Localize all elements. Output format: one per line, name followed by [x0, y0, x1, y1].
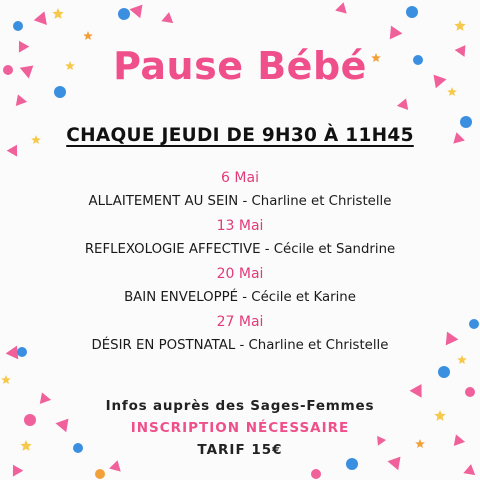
confetti-triangle	[12, 464, 24, 477]
session-item: 27 Mai DÉSIR EN POSTNATAL - Charline et …	[0, 310, 480, 358]
confetti-star	[454, 20, 466, 31]
confetti-dot	[311, 469, 321, 479]
confetti-triangle	[161, 12, 174, 24]
confetti-dot	[118, 8, 130, 20]
sessions-list: 6 Mai ALLAITEMENT AU SEIN - Charline et …	[0, 166, 480, 358]
session-date: 27 Mai	[216, 314, 264, 330]
session-item: 13 Mai REFLEXOLOGIE AFFECTIVE - Cécile e…	[0, 214, 480, 262]
session-activity: BAIN ENVELOPPÉ - Cécile et Karine	[124, 290, 356, 305]
page-title: Pause Bébé	[113, 44, 367, 88]
session-item: 20 Mai BAIN ENVELOPPÉ - Cécile et Karine	[0, 262, 480, 310]
confetti-triangle	[463, 464, 476, 476]
session-activity: REFLEXOLOGIE AFFECTIVE - Cécile et Sandr…	[84, 242, 396, 257]
session-item: 6 Mai ALLAITEMENT AU SEIN - Charline et …	[0, 166, 480, 214]
session-date: 20 Mai	[216, 266, 264, 282]
session-date: 6 Mai	[221, 170, 259, 186]
registration-line: INSCRIPTION NÉCESSAIRE	[130, 420, 350, 436]
confetti-triangle	[129, 4, 143, 19]
confetti-star	[1, 375, 11, 384]
confetti-triangle	[396, 98, 409, 110]
confetti-triangle	[335, 2, 347, 14]
price-line: TARIF 15€	[197, 442, 283, 458]
confetti-dot	[438, 366, 450, 378]
confetti-triangle	[33, 11, 47, 25]
session-activity: ALLAITEMENT AU SEIN - Charline et Christ…	[88, 194, 392, 209]
confetti-star	[83, 31, 93, 40]
session-activity: DÉSIR EN POSTNATAL - Charline et Christe…	[91, 338, 389, 353]
info-line: Infos auprès des Sages-Femmes	[105, 398, 375, 414]
confetti-triangle	[15, 94, 28, 106]
confetti-dot	[13, 21, 23, 31]
schedule-subtitle-text: CHAQUE JEUDI DE 9H30 À 11H45	[66, 125, 414, 146]
confetti-dot	[95, 469, 105, 479]
confetti-star	[52, 8, 64, 19]
confetti-triangle	[389, 25, 403, 40]
schedule-subtitle: CHAQUE JEUDI DE 9H30 À 11H45	[0, 125, 480, 146]
footer-info: Infos auprès des Sages-Femmes INSCRIPTIO…	[0, 395, 480, 461]
confetti-star	[447, 87, 457, 96]
confetti-dot	[406, 6, 418, 18]
session-date: 13 Mai	[216, 218, 264, 234]
